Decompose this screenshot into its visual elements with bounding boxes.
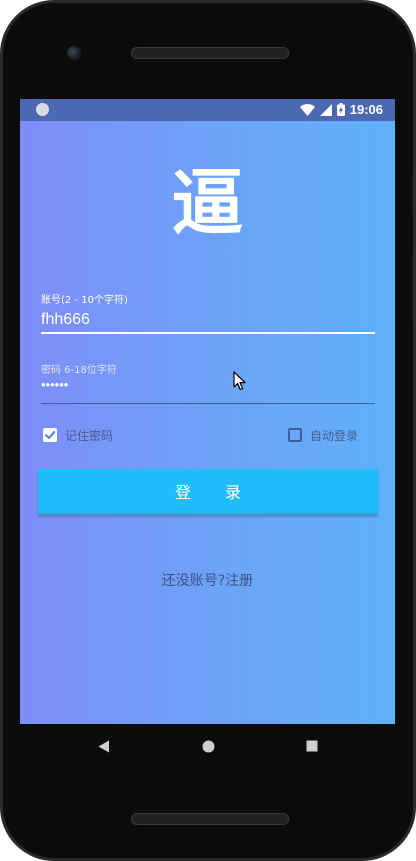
front-camera bbox=[67, 46, 81, 60]
account-label: 账号(2 - 10个字符) bbox=[41, 295, 128, 306]
status-bar: 19:06 bbox=[20, 99, 395, 121]
app-screen: 19:06 逼 账号(2 - 10个字符) fhh666 密码 6-18位字符 … bbox=[20, 99, 395, 724]
auto-login-label: 自动登录 bbox=[310, 428, 359, 443]
phone-frame: 19:06 逼 账号(2 - 10个字符) fhh666 密码 6-18位字符 … bbox=[0, 0, 416, 861]
login-button[interactable]: 登录 bbox=[38, 469, 378, 515]
cell-signal-icon bbox=[319, 103, 332, 116]
bottom-speaker bbox=[131, 813, 289, 825]
account-input[interactable]: fhh666 bbox=[41, 311, 90, 329]
notification-dot-icon bbox=[36, 103, 49, 116]
auto-login-row[interactable]: 自动登录 bbox=[288, 426, 358, 444]
mouse-cursor-icon bbox=[233, 371, 246, 391]
checkmark-icon bbox=[45, 431, 56, 439]
remember-password-row[interactable]: 记住密码 bbox=[43, 426, 113, 444]
password-underline bbox=[41, 403, 375, 404]
app-logo: 逼 bbox=[171, 160, 244, 245]
account-underline bbox=[41, 332, 375, 334]
login-content: 逼 账号(2 - 10个字符) fhh666 密码 6-18位字符 ••••••… bbox=[20, 121, 395, 724]
top-speaker bbox=[131, 47, 289, 59]
power-button bbox=[412, 253, 413, 323]
recents-icon[interactable] bbox=[306, 740, 318, 752]
password-input[interactable]: •••••• bbox=[41, 377, 68, 392]
remember-password-checkbox[interactable] bbox=[43, 428, 57, 442]
wifi-icon bbox=[299, 103, 315, 116]
battery-charging-icon bbox=[336, 103, 345, 116]
register-link[interactable]: 还没账号?注册 bbox=[20, 570, 395, 590]
volume-button bbox=[412, 173, 413, 213]
back-icon[interactable] bbox=[98, 740, 110, 753]
password-label: 密码 6-18位字符 bbox=[41, 365, 117, 376]
status-time: 19:06 bbox=[349, 102, 383, 117]
remember-password-label: 记住密码 bbox=[65, 428, 114, 443]
system-nav-bar bbox=[3, 724, 413, 772]
auto-login-checkbox[interactable] bbox=[288, 428, 302, 442]
home-icon[interactable] bbox=[202, 740, 215, 753]
